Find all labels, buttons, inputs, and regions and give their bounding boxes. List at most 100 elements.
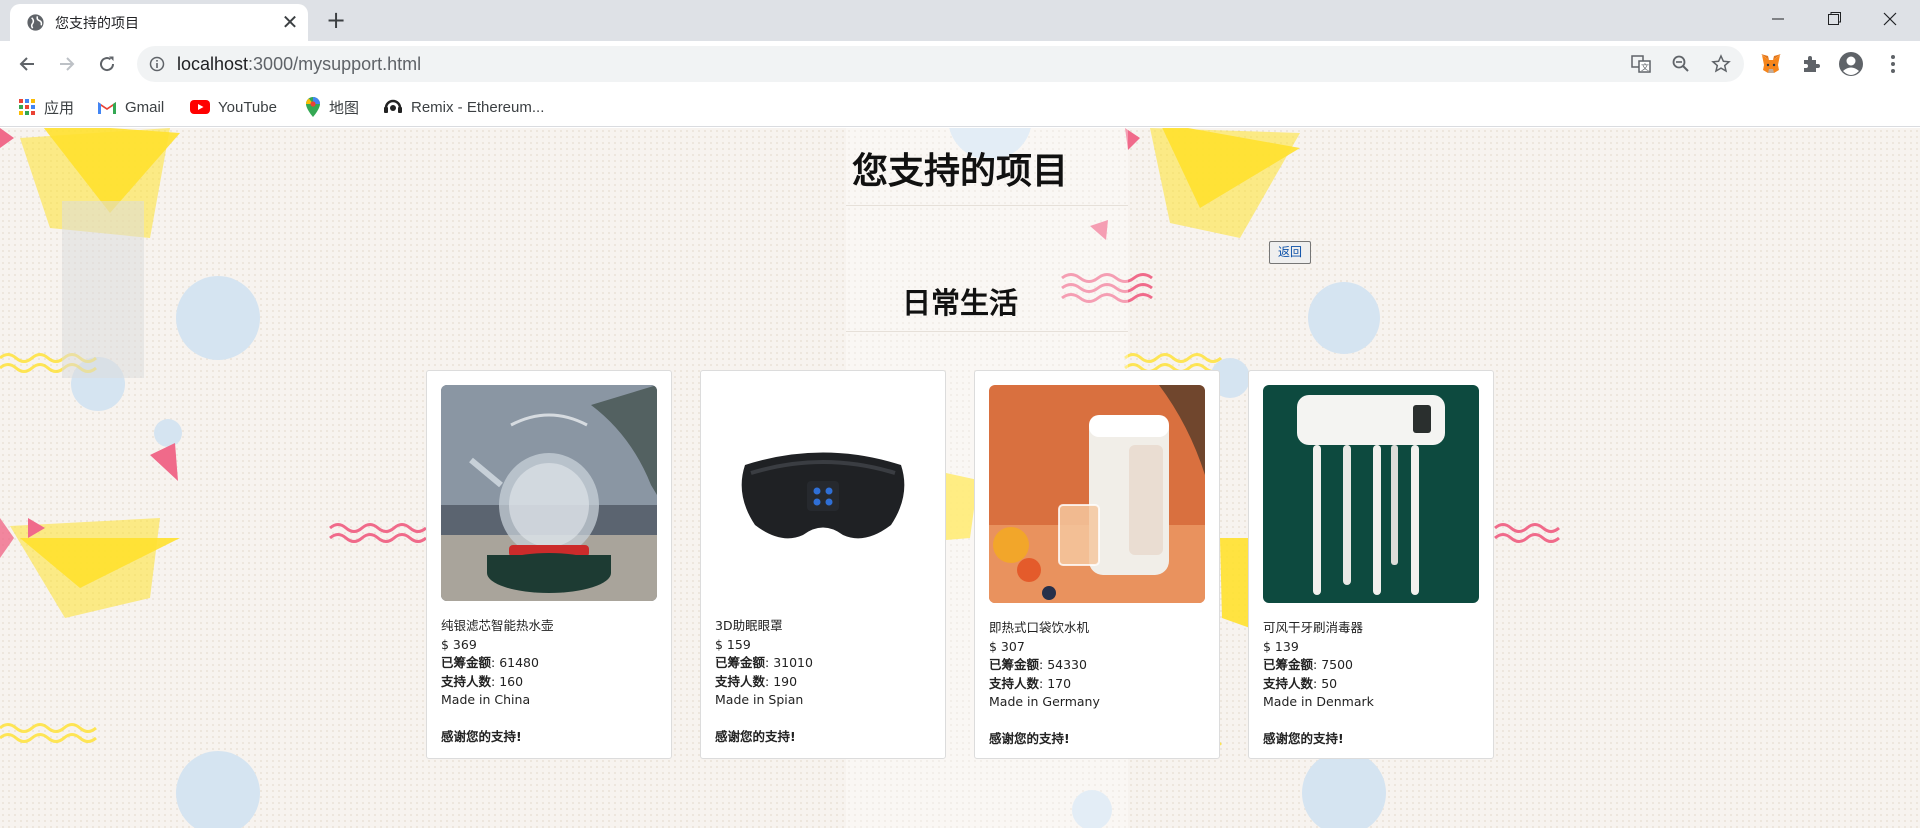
back-button[interactable]: 返回 [1269,241,1311,264]
restore-icon [1827,12,1841,25]
bookmark-label: 应用 [44,99,75,117]
divider [846,331,1128,332]
star-bookmark-icon[interactable] [1711,54,1731,74]
card-details: 纯银滤芯智能热水壶 $ 369 已筹金额: 61480 支持人数: 160 Ma… [441,617,554,746]
raised-value: : 31010 [765,655,813,670]
backers-value: : 50 [1313,675,1338,691]
backers-row: 支持人数: 170 [989,675,1100,694]
raised-row: 已筹金额: 7500 [1263,656,1374,675]
card-details: 即热式口袋饮水机 $ 307 已筹金额: 54330 支持人数: 170 Mad… [989,619,1100,748]
backers-label: 支持人数 [1263,675,1314,691]
origin: Made in Denmark [1263,694,1374,709]
product-name: 3D助眠眼罩 [715,618,783,633]
backers-value: : 160 [491,673,524,689]
bookmark-label: YouTube [218,98,277,116]
raised-value: : 61480 [491,655,539,670]
bookmark-gmail[interactable]: Gmail [97,96,164,118]
url-path: :3000/mysupport.html [248,54,422,74]
forward-nav-button[interactable] [53,50,81,78]
card-details: 3D助眠眼罩 $ 159 已筹金额: 31010 支持人数: 190 Made … [715,617,813,746]
product-price: $ 159 [715,636,751,652]
minimize-button[interactable] [1750,0,1806,37]
origin: Made in Spian [715,692,804,707]
reload-button[interactable] [93,50,121,78]
water-dispenser-image [989,385,1205,603]
arrow-left-icon [19,57,34,71]
backers-label: 支持人数 [715,673,766,689]
divider [846,205,1128,206]
puzzle-icon [1804,56,1820,72]
origin: Made in Germany [989,694,1100,709]
browser-tab[interactable]: 您支持的项目 ✕ [10,4,308,41]
product-name: 纯银滤芯智能热水壶 [441,618,554,633]
restore-button[interactable] [1806,0,1862,37]
kebab-menu-icon [1891,55,1895,73]
profile-avatar[interactable] [1838,51,1864,77]
origin: Made in China [441,692,531,707]
product-name: 可风干牙刷消毒器 [1263,620,1364,635]
raised-row: 已筹金额: 31010 [715,654,813,673]
map-pin-icon [306,97,320,117]
zoom-icon[interactable] [1671,54,1691,74]
backers-row: 支持人数: 190 [715,673,813,692]
back-nav-button[interactable] [13,50,41,78]
kettle-image [441,385,657,601]
youtube-icon [190,100,210,114]
chrome-menu-button[interactable] [1880,51,1906,77]
product-price: $ 369 [441,636,477,652]
info-icon[interactable] [149,56,165,72]
metamask-icon[interactable] [1758,51,1784,77]
thanks-text: 感谢您的支持! [441,728,522,744]
raised-row: 已筹金额: 54330 [989,656,1100,675]
url-host: localhost [177,54,249,74]
reload-icon [100,56,115,72]
new-tab-button[interactable]: + [322,6,350,34]
fox-icon [1761,54,1781,73]
raised-value: : 54330 [1039,657,1087,672]
tab-close-icon[interactable]: ✕ [278,10,302,34]
gmail-icon [98,101,116,114]
raised-label: 已筹金额 [1263,657,1314,672]
eye-mask-image [715,385,931,601]
backers-row: 支持人数: 50 [1263,675,1374,694]
thanks-text: 感谢您的支持! [1263,730,1344,746]
project-card[interactable]: 纯银滤芯智能热水壶 $ 369 已筹金额: 61480 支持人数: 160 Ma… [426,370,672,759]
browser-toolbar: localhost:3000/mysupport.html 文 [0,41,1920,87]
close-window-button[interactable] [1862,0,1918,37]
raised-label: 已筹金额 [715,655,766,670]
toothbrush-sterilizer-image [1263,385,1479,603]
bookmark-label: Gmail [125,98,165,116]
backers-label: 支持人数 [989,675,1040,691]
raised-row: 已筹金额: 61480 [441,654,554,673]
card-details: 可风干牙刷消毒器 $ 139 已筹金额: 7500 支持人数: 50 Made … [1263,619,1374,748]
extensions-icon[interactable] [1798,51,1824,77]
bookmark-remix[interactable]: Remix - Ethereum... [383,96,544,118]
product-price: $ 139 [1263,638,1299,654]
bookmark-maps[interactable]: 地图 [305,96,359,118]
bookmark-youtube[interactable]: YouTube [190,96,277,118]
raised-value: : 7500 [1313,657,1354,672]
backers-value: : 190 [765,673,798,689]
arrow-right-icon [60,57,75,71]
bookmark-apps[interactable]: 应用 [18,96,74,118]
close-icon [1883,12,1897,25]
globe-icon [27,14,44,31]
bookmarks-bar: 应用 Gmail YouTube 地图 Remix - Ethereum... [0,87,1920,127]
remix-icon [384,99,402,113]
translate-icon[interactable]: 文 [1631,54,1651,74]
page-viewport: 您支持的项目 返回 日常生活 纯银滤芯智能热水壶 $ 369 已筹金额: 614… [0,128,1920,828]
thanks-text: 感谢您的支持! [989,730,1070,746]
project-card[interactable]: 即热式口袋饮水机 $ 307 已筹金额: 54330 支持人数: 170 Mad… [974,370,1220,759]
product-price: $ 307 [989,638,1025,654]
backers-label: 支持人数 [441,673,492,689]
address-bar[interactable]: localhost:3000/mysupport.html 文 [137,46,1744,82]
svg-text:文: 文 [1641,62,1649,72]
project-card[interactable]: 3D助眠眼罩 $ 159 已筹金额: 31010 支持人数: 190 Made … [700,370,946,759]
section-title: 日常生活 [901,286,1018,320]
page-title: 您支持的项目 [851,151,1068,192]
tab-title: 您支持的项目 [55,16,139,32]
project-card[interactable]: 可风干牙刷消毒器 $ 139 已筹金额: 7500 支持人数: 50 Made … [1248,370,1494,759]
raised-label: 已筹金额 [441,655,492,670]
product-name: 即热式口袋饮水机 [989,620,1090,635]
account-circle-icon [1839,52,1863,76]
